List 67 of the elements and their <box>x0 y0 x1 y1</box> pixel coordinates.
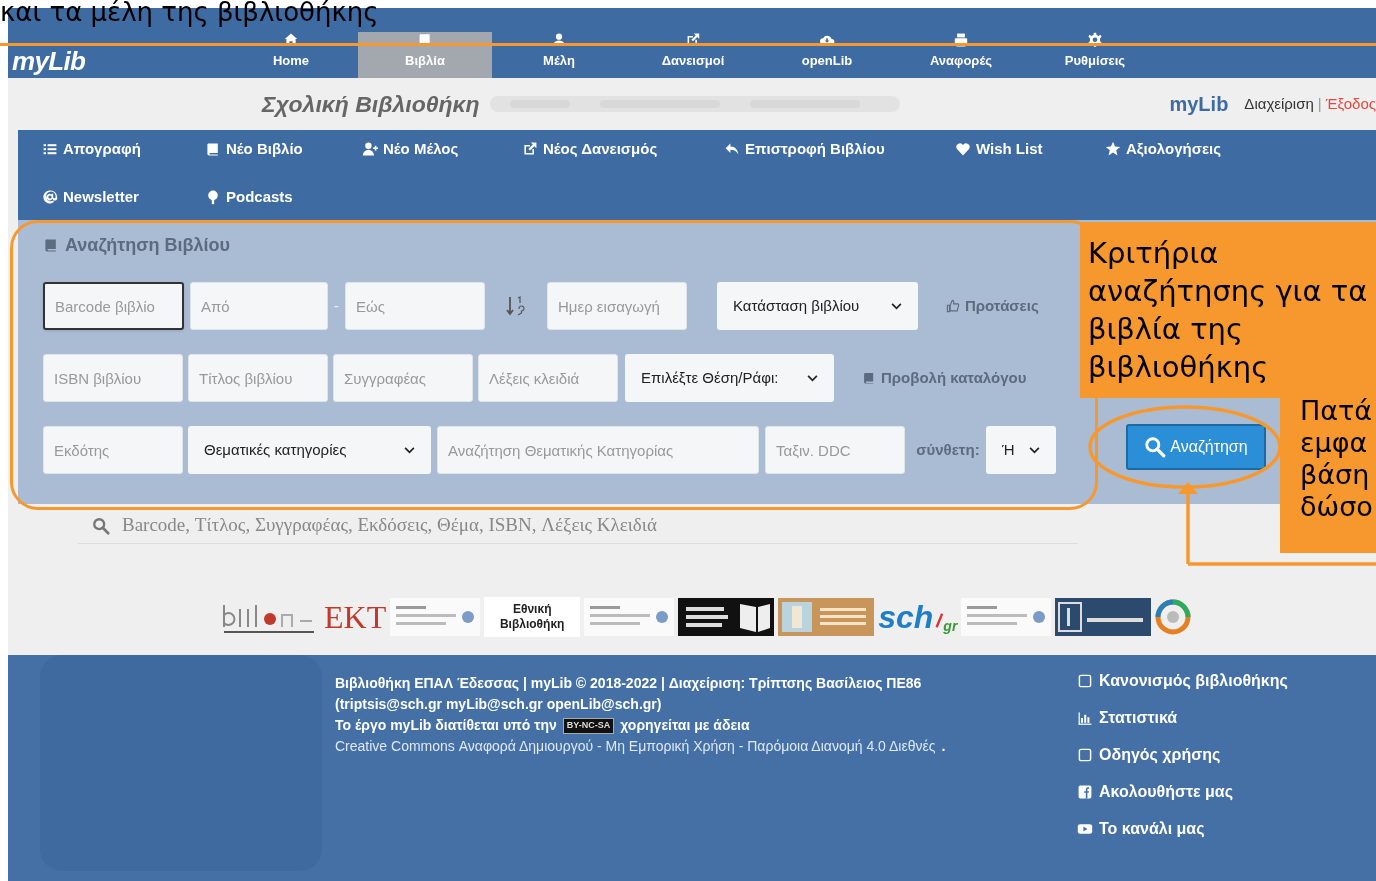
square-icon <box>1077 673 1093 689</box>
app-logo[interactable]: myLib <box>12 48 86 74</box>
menu-item[interactable]: Αξιολογήσεις <box>1105 137 1222 161</box>
range-dash: - <box>334 295 339 316</box>
chevron-down-icon <box>891 302 902 310</box>
text-field[interactable]: Barcode βιβλίο <box>43 282 184 330</box>
menu-item[interactable]: Wish List <box>955 137 1043 161</box>
partner-logo[interactable] <box>678 598 775 636</box>
book-icon <box>205 141 221 157</box>
footer-link[interactable]: Ακολουθήστε μας <box>1077 782 1288 802</box>
menu-item[interactable]: Απογραφή <box>42 137 141 161</box>
dropdown[interactable]: Ή <box>986 426 1056 474</box>
footer-link[interactable]: Το κανάλι μας <box>1077 819 1288 839</box>
license-badge[interactable]: BY-NC-SA <box>562 717 615 734</box>
menu-item[interactable]: Podcasts <box>205 186 293 209</box>
heart-icon <box>955 141 971 157</box>
podcast-icon <box>205 189 221 206</box>
footer-credit: Βιβλιοθήκη ΕΠΑΛ Έδεσσας | myLib © 2018-2022 | Διαχείριση: Τρίπτσης Βασίλειος ΠΕ86 (triptsis@sch.gr myLib@sch.gr openLib@sch.gr) <box>335 674 923 714</box>
library-title: Σχολική Βιβλιοθήκη <box>262 89 480 119</box>
separator-text: | <box>1317 93 1322 114</box>
license-text: χορηγείται με άδεια <box>620 716 750 735</box>
license-text: Το έργο myLib διατίθεται υπό την <box>335 716 557 735</box>
period-text: . <box>941 737 946 756</box>
menu-item[interactable]: Νέο Μέλος <box>362 137 459 161</box>
square-icon <box>1077 747 1093 763</box>
at-sign-icon <box>42 189 58 206</box>
partner-logo[interactable]: EKT <box>324 601 387 633</box>
facebook-icon <box>1077 784 1093 800</box>
chevron-down-icon <box>807 374 818 382</box>
panel-link[interactable]: Προβολή καταλόγου <box>862 366 1027 390</box>
chevron-down-icon <box>404 446 415 454</box>
field-label: σύνθετη: <box>916 439 980 460</box>
dropdown[interactable]: Κατάσταση βιβλίου <box>717 282 918 330</box>
search-button[interactable]: Αναζήτηση <box>1126 424 1266 470</box>
book-icon <box>43 237 59 253</box>
list-icon <box>42 141 58 157</box>
video-play-icon <box>1077 821 1093 837</box>
footer-link[interactable]: Κανονισμός βιβλιοθήκης <box>1077 671 1288 691</box>
logout-link[interactable]: Έξοδος <box>1325 92 1376 116</box>
search-icon <box>92 516 110 535</box>
star-icon <box>1105 141 1121 157</box>
partner-logo[interactable]: Εθνική Βιβλιοθήκη <box>484 597 581 637</box>
admin-link[interactable]: Διαχείριση <box>1244 92 1314 116</box>
partner-logo[interactable] <box>1055 598 1152 636</box>
search-icon <box>1144 436 1167 458</box>
thumbs-up-icon <box>946 299 960 313</box>
footer-link[interactable]: Οδηγός χρήσης <box>1077 745 1288 765</box>
chevron-down-icon <box>1029 446 1040 454</box>
panel-link[interactable]: Προτάσεις <box>946 294 1039 318</box>
menu-item[interactable]: Νέο Βιβλίο <box>205 137 303 161</box>
dropdown[interactable]: Θεματικές κατηγορίες <box>188 426 431 474</box>
partner-logo[interactable]: sch gr <box>878 601 958 633</box>
menu-item[interactable]: Επιστροφή Βιβλίου <box>724 137 885 161</box>
panel-heading: Αναζήτηση Βιβλίου <box>43 232 1078 258</box>
quick-search-field[interactable]: Barcode, Τίτλος, Συγγραφέας, Εκδόσεις, Θέμα, ISBN, Λέξεις Κλειδιά <box>122 511 1078 540</box>
sort-numeric-icon[interactable] <box>506 295 526 317</box>
book-icon <box>862 371 876 385</box>
dropdown[interactable]: Επιλέξτε Θέση/Ράφι: <box>625 354 834 402</box>
brand-logo: myLib <box>1169 92 1229 117</box>
footer-link[interactable]: Στατιστικά <box>1077 708 1288 728</box>
license-link[interactable]: Creative Commons Αναφορά Δημιουργού - Μη Εμπορική Χρήση - Παρόμοια Διανομή 4.0 Διεθνές <box>335 736 936 757</box>
menu-item[interactable]: Newsletter <box>42 186 139 209</box>
menu-item[interactable]: Νέος Δανεισμός <box>522 137 658 161</box>
add-person-icon <box>362 141 378 157</box>
external-link-icon <box>522 141 538 157</box>
bar-chart-icon <box>1077 710 1093 726</box>
callout: Κριτήρια αναζήτησης για τα βιβλία της βιβλιοθήκης <box>1080 222 1376 398</box>
